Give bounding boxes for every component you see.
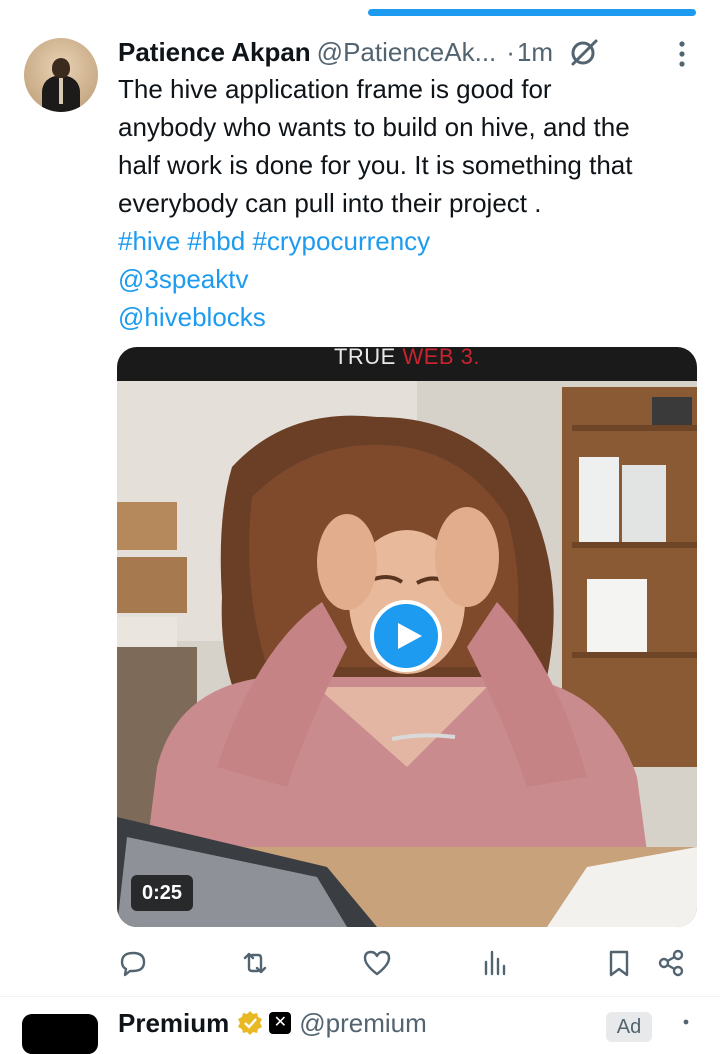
tweet-text-line: The hive application frame is good for [118,74,552,104]
more-options-icon[interactable] [668,38,696,70]
tweet-text-line: half work is done for you. It is somethi… [118,150,633,180]
tweet-divider [0,996,720,997]
hashtags-link[interactable]: #hive #hbd #crypocurrency [118,222,708,260]
share-icon[interactable] [656,948,686,978]
separator-dot: · [506,36,515,67]
like-icon[interactable] [362,948,392,978]
views-icon[interactable] [480,948,510,978]
next-more-options-icon[interactable] [676,1016,696,1036]
verified-badge-icon [237,1010,263,1036]
video-banner-text: TRUE WEB 3. [333,347,481,369]
timestamp[interactable]: 1m [517,37,553,68]
play-icon [398,623,422,649]
video-duration: 0:25 [131,875,193,911]
reply-icon[interactable] [118,948,148,978]
tweet-actions [0,940,720,984]
video-media[interactable]: TRUE WEB 3. 0:25 [117,347,697,927]
tweet-text-line: anybody who wants to build on hive, and … [118,112,630,142]
x-logo-icon: ✕ [269,1012,292,1034]
ad-badge: Ad [606,1012,652,1042]
tweet-header: Patience Akpan @PatienceAk... · 1m [118,32,708,72]
author-handle[interactable]: @PatienceAk... [317,37,497,68]
author-name[interactable]: Patience Akpan [118,37,311,68]
premium-avatar[interactable] [22,1014,98,1054]
next-author-handle[interactable]: @premium [299,1008,427,1039]
play-button[interactable] [370,600,442,672]
next-author-name[interactable]: Premium [118,1008,229,1039]
grok-icon[interactable] [569,37,599,67]
tweet-text-line: everybody can pull into their project . [118,188,542,218]
retweet-icon[interactable] [240,948,270,978]
next-tweet-header: Premium ✕ @premium [118,1008,427,1038]
mention-link-hiveblocks[interactable]: @hiveblocks [118,298,708,336]
avatar[interactable] [24,38,98,112]
bookmark-icon[interactable] [604,948,634,978]
mention-link-3speaktv[interactable]: @3speaktv [118,260,708,298]
loading-progress-bar [368,9,696,16]
tweet-text: The hive application frame is good for a… [118,70,708,336]
